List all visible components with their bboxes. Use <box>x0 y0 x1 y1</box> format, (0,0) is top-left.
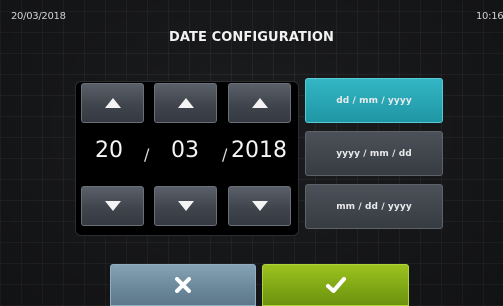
confirm-button[interactable] <box>262 264 409 306</box>
x-icon <box>175 277 191 293</box>
day-up-button[interactable] <box>81 83 144 123</box>
date-separator: / <box>222 145 228 164</box>
triangle-down-icon <box>104 201 121 211</box>
page-title: DATE CONFIGURATION <box>168 30 335 45</box>
format-option-yyyy-mm-dd[interactable]: yyyy / mm / dd <box>305 131 443 176</box>
cancel-button[interactable] <box>110 264 256 306</box>
month-up-button[interactable] <box>154 83 217 123</box>
year-down-button[interactable] <box>228 186 291 226</box>
month-down-button[interactable] <box>154 186 217 226</box>
format-option-mm-dd-yyyy[interactable]: mm / dd / yyyy <box>305 184 443 229</box>
month-value: 03 <box>171 138 199 163</box>
day-value: 20 <box>95 138 123 163</box>
triangle-up-icon <box>251 98 268 108</box>
date-separator: / <box>144 145 150 164</box>
status-date: 20/03/2018 <box>11 11 66 22</box>
checkmark-icon <box>325 277 346 293</box>
year-up-button[interactable] <box>228 83 291 123</box>
triangle-down-icon <box>251 201 268 211</box>
triangle-up-icon <box>177 98 194 108</box>
day-down-button[interactable] <box>81 186 144 226</box>
year-value: 2018 <box>231 138 287 163</box>
format-option-dd-mm-yyyy[interactable]: dd / mm / yyyy <box>305 78 443 123</box>
status-time: 10:16 <box>476 11 503 22</box>
triangle-down-icon <box>177 201 194 211</box>
triangle-up-icon <box>104 98 121 108</box>
